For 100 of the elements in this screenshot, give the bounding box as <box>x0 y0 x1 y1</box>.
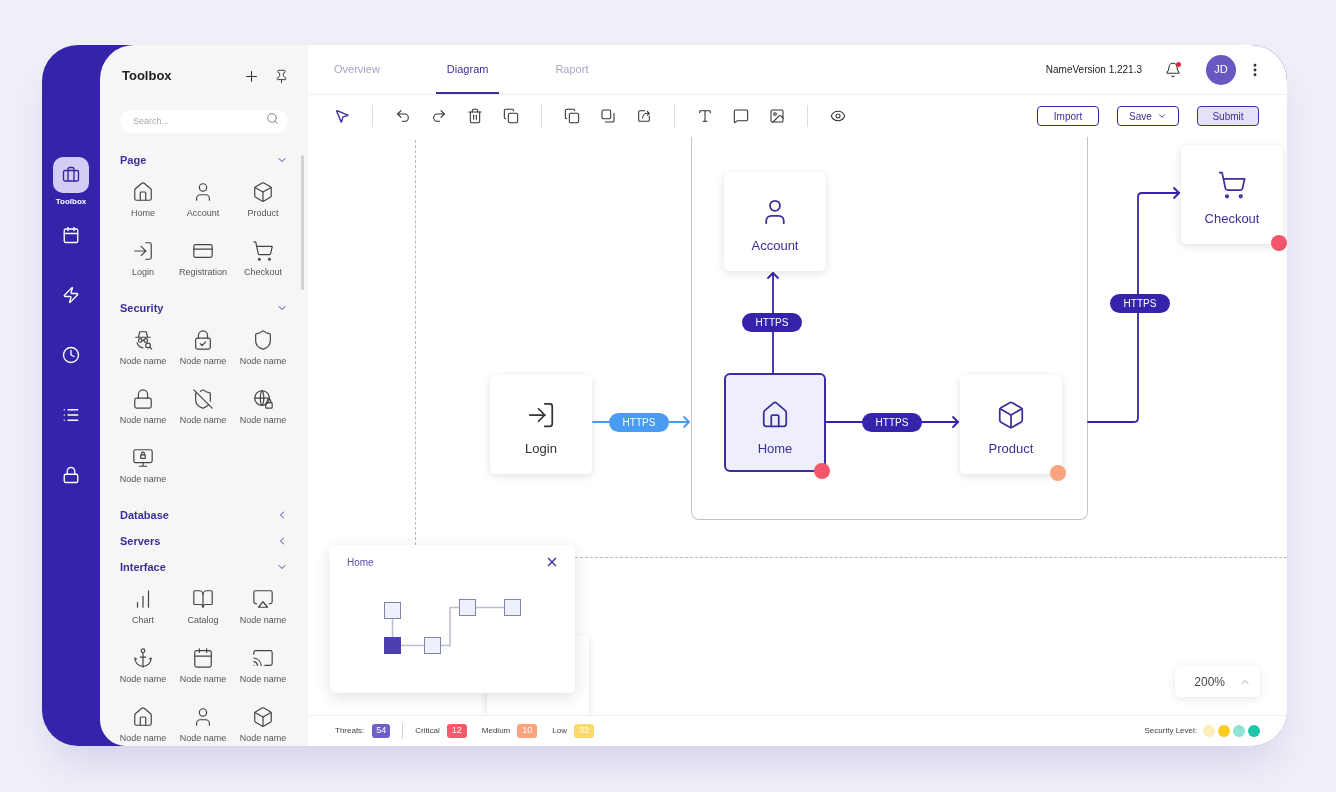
image-icon <box>769 108 785 124</box>
monitor-lock-icon <box>132 447 154 469</box>
diagram-node[interactable]: Login <box>490 375 592 474</box>
lightning-icon <box>62 286 80 304</box>
rail-tab[interactable] <box>53 157 89 193</box>
toolbox-item[interactable]: Node name <box>113 447 173 485</box>
zoom-select[interactable]: 200% <box>1175 666 1260 697</box>
diagram-node[interactable]: Account <box>724 172 826 271</box>
list-icon <box>62 406 80 424</box>
redo-icon <box>431 108 447 124</box>
search-icon <box>266 112 279 125</box>
toolbox-item[interactable]: Node name <box>173 706 233 744</box>
minimap-link <box>475 606 505 609</box>
toolbox-item[interactable]: Checkout <box>233 240 293 278</box>
count-badge: 32 <box>573 724 594 738</box>
toolbox-item[interactable]: Node name <box>233 647 293 685</box>
cart-icon <box>1217 170 1247 200</box>
undo-icon <box>395 108 411 124</box>
toolbox-item[interactable]: Home <box>113 181 173 219</box>
home-icon <box>760 400 790 430</box>
toolbox-item[interactable]: Node name <box>173 388 233 426</box>
screen-icon <box>252 588 274 610</box>
calendar-icon <box>192 647 214 669</box>
minimap-link <box>440 606 460 647</box>
search-field[interactable]: Search... <box>120 109 288 133</box>
copy-icon <box>564 108 580 124</box>
globe-lock-icon <box>252 388 274 410</box>
text-icon <box>697 108 713 124</box>
toolbox-item[interactable]: Chart <box>113 588 173 626</box>
cube-icon <box>996 400 1026 430</box>
eye-icon <box>830 108 846 124</box>
connector-label: HTTPS <box>609 413 669 432</box>
section-header[interactable]: Database <box>120 507 288 523</box>
minimap-link <box>400 644 425 647</box>
briefcase-icon <box>62 166 80 184</box>
copy-icon <box>503 108 519 124</box>
anchor-icon <box>132 647 154 669</box>
count-badge: 12 <box>446 724 467 738</box>
toolbox-item[interactable]: Login <box>113 240 173 278</box>
close-button[interactable] <box>545 555 559 569</box>
chevron-down-icon <box>1156 111 1167 121</box>
action-button[interactable]: Save <box>1117 106 1179 126</box>
toolbox-item[interactable]: Node name <box>173 647 233 685</box>
connector-label: HTTPS <box>1110 294 1170 313</box>
toolbox-item[interactable]: Node name <box>113 388 173 426</box>
toolbox-item[interactable]: Node name <box>233 706 293 744</box>
notification-button[interactable] <box>1165 61 1181 78</box>
severity-label: Low <box>552 725 567 737</box>
bell-icon <box>1165 61 1181 78</box>
diagram-node[interactable]: Checkout <box>1181 145 1283 244</box>
home-icon <box>132 181 154 203</box>
shield-off-icon <box>192 388 214 410</box>
section-header[interactable]: Security <box>120 300 288 316</box>
toolbox-item[interactable]: Product <box>233 181 293 219</box>
threats-label: Threats: <box>335 725 365 737</box>
security-level-label: Security Level: <box>1144 725 1197 737</box>
clock-icon <box>62 346 80 364</box>
trash-icon <box>467 108 483 124</box>
lock-icon <box>62 466 80 484</box>
severity-label: Critical <box>415 725 440 737</box>
toolbox-item[interactable]: Registration <box>173 240 233 278</box>
section-header[interactable]: Page <box>120 152 288 168</box>
toolbox-item[interactable]: Node name <box>113 329 173 367</box>
share-icon <box>636 108 652 124</box>
section-header[interactable]: Servers <box>120 533 288 549</box>
action-button[interactable]: Submit <box>1197 106 1259 126</box>
toolbox-item[interactable]: Node name <box>233 388 293 426</box>
toolbox-item[interactable]: Node name <box>113 706 173 744</box>
connector-label: HTTPS <box>742 313 802 332</box>
pointer-icon <box>334 108 350 124</box>
toolbox-item[interactable]: Node name <box>233 329 293 367</box>
copy-icon <box>600 108 616 124</box>
toolbox-item[interactable]: Node name <box>233 588 293 626</box>
diagram-node[interactable]: Home <box>724 373 826 472</box>
toolbox-item[interactable]: Node name <box>113 647 173 685</box>
close-icon <box>545 555 559 569</box>
diagram-node[interactable]: Product <box>960 375 1062 474</box>
section-header[interactable]: Interface <box>120 559 288 575</box>
book-icon <box>192 588 214 610</box>
count-badge: 54 <box>372 724 391 738</box>
login-arrow-icon <box>132 240 154 262</box>
action-button[interactable]: Import <box>1037 106 1099 126</box>
pin-icon <box>273 68 289 84</box>
toolbox-item[interactable]: Account <box>173 181 233 219</box>
lock-check-icon <box>192 329 214 351</box>
cube-icon <box>252 181 274 203</box>
cast-icon <box>252 647 274 669</box>
connector-label: HTTPS <box>862 413 922 432</box>
lock-icon <box>132 388 154 410</box>
toolbox-item[interactable]: Catalog <box>173 588 233 626</box>
shield-icon <box>252 329 274 351</box>
version-text: NameVersion 1.221.3 <box>1045 63 1142 77</box>
avatar-button[interactable]: JD <box>1206 54 1236 85</box>
toolbox-item[interactable]: Node name <box>173 329 233 367</box>
cart-icon <box>252 240 274 262</box>
comment-icon <box>733 108 749 124</box>
home-icon <box>132 706 154 728</box>
scrollbar-thumb[interactable] <box>301 155 304 290</box>
calendar-icon <box>62 226 80 244</box>
spy-icon <box>132 329 154 351</box>
